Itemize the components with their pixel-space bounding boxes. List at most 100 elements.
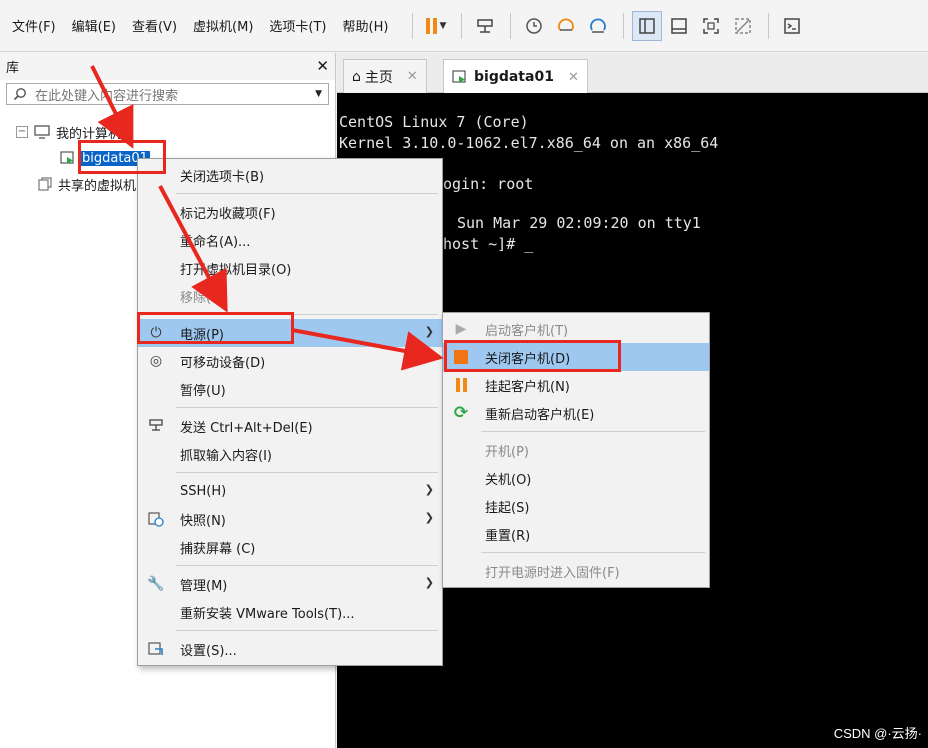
menu-separator <box>481 552 705 553</box>
menu-separator <box>176 630 438 631</box>
menu-separator <box>176 193 438 194</box>
toolbar-separator <box>768 12 770 39</box>
chevron-down-icon: ▼ <box>439 20 447 31</box>
menu-snapshot[interactable]: 快照(N) ❯ <box>138 505 442 533</box>
close-tab-icon[interactable]: ✕ <box>568 70 579 85</box>
menu-label: 抓取输入内容(I) <box>180 448 272 464</box>
snapshot-manager-button[interactable] <box>583 11 613 41</box>
submenu-arrow-icon: ❯ <box>424 483 434 496</box>
menu-label: 开机(P) <box>485 444 529 460</box>
menu-separator <box>481 431 705 432</box>
menu-label: 快照(N) <box>180 513 226 529</box>
console-icon <box>784 17 801 34</box>
menu-removable-devices[interactable]: ◎ 可移动设备(D) <box>138 347 442 375</box>
tab-bar: ⌂ 主页 ✕ bigdata01 ✕ <box>337 53 928 94</box>
menu-separator <box>176 314 438 315</box>
close-tab-icon[interactable]: ✕ <box>407 69 418 84</box>
menu-edit[interactable]: 编辑(E) <box>72 16 116 35</box>
menu-close-tab[interactable]: 关闭选项卡(B) <box>138 161 442 189</box>
tab-home[interactable]: ⌂ 主页 ✕ <box>343 59 427 93</box>
menu-help[interactable]: 帮助(H) <box>343 16 389 35</box>
menubar: 文件(F) 编辑(E) 查看(V) 虚拟机(M) 选项卡(T) 帮助(H) ▼ <box>0 0 928 52</box>
menu-shutdown-guest[interactable]: 关闭客户机(D) <box>443 343 709 371</box>
menu-power[interactable]: ⏻ 电源(P) ❯ <box>138 319 442 347</box>
unity-mode-button[interactable] <box>728 11 758 41</box>
menu-restart-guest[interactable]: ⟳ 重新启动客户机(E) <box>443 399 709 427</box>
tab-label: 主页 <box>364 69 393 86</box>
menu-mark-favorite[interactable]: 标记为收藏项(F) <box>138 198 442 226</box>
library-search-input[interactable]: 在此处键入内容进行搜索 ▼ <box>6 83 329 105</box>
menu-view[interactable]: 查看(V) <box>132 16 177 35</box>
vm-context-menu: 关闭选项卡(B) 标记为收藏项(F) 重命名(A)... 打开虚拟机目录(O) … <box>137 158 443 666</box>
play-icon: ▶ <box>455 321 467 337</box>
tree-label: 共享的虚拟机 <box>58 178 137 194</box>
revert-snapshot-button[interactable] <box>551 11 581 41</box>
pause-button[interactable]: ▼ <box>421 11 451 41</box>
show-library-button[interactable] <box>632 10 663 41</box>
submenu-arrow-icon: ❯ <box>424 576 434 589</box>
home-icon: ⌂ <box>352 68 361 85</box>
menu-rename[interactable]: 重命名(A)... <box>138 226 442 254</box>
menu-label: 打开虚拟机目录(O) <box>180 262 292 278</box>
menu-label: 关闭客户机(D) <box>485 351 571 367</box>
tab-bigdata01[interactable]: bigdata01 ✕ <box>443 59 588 94</box>
menu-reinstall-vmware-tools[interactable]: 重新安装 VMware Tools(T)... <box>138 598 442 626</box>
pause-icon <box>426 17 438 34</box>
menu-label: 打开电源时进入固件(F) <box>485 565 620 581</box>
vm-running-icon <box>60 151 74 164</box>
console-line: ogin: root <box>443 175 534 193</box>
collapse-icon[interactable]: − <box>16 126 28 138</box>
menu-ssh[interactable]: SSH(H) ❯ <box>138 477 442 505</box>
menu-send-ctrl-alt-del[interactable]: 发送 Ctrl+Alt+Del(E) <box>138 412 442 440</box>
submenu-arrow-icon: ❯ <box>424 325 434 338</box>
menu-remove: 移除(R) <box>138 282 442 310</box>
pause-icon <box>453 377 469 393</box>
vm-running-icon <box>452 70 466 83</box>
close-icon[interactable]: ✕ <box>316 57 329 76</box>
console-line: Kernel 3.10.0-1062.el7.x86_64 on an x86_… <box>339 134 719 152</box>
menu-label: 暂停(U) <box>180 383 226 399</box>
take-snapshot-button[interactable] <box>519 11 549 41</box>
console-view-button[interactable] <box>777 11 807 41</box>
toolbar-separator <box>623 12 625 39</box>
keyboard-icon <box>477 18 494 33</box>
menu-label: 设置(S)... <box>180 643 237 659</box>
console-line: host ~]# _ <box>443 235 534 253</box>
wrench-icon: 🔧 <box>147 576 165 592</box>
menu-grab-input[interactable]: 抓取输入内容(I) <box>138 440 442 468</box>
menu-separator <box>176 407 438 408</box>
computer-icon <box>34 125 50 139</box>
menu-label: SSH(H) <box>180 483 227 499</box>
menu-reset[interactable]: 重置(R) <box>443 520 709 548</box>
menu-label: 关机(O) <box>485 472 532 488</box>
menu-separator <box>176 565 438 566</box>
menu-label: 发送 Ctrl+Alt+Del(E) <box>180 420 313 436</box>
menu-label: 重置(R) <box>485 528 531 544</box>
tree-label: 我的计算机 <box>56 126 122 142</box>
disc-icon: ◎ <box>149 353 163 369</box>
menu-power-off[interactable]: 关机(O) <box>443 464 709 492</box>
menu-label: 重新启动客户机(E) <box>485 407 595 423</box>
tree-item-my-computer[interactable]: − 我的计算机 <box>0 119 335 145</box>
library-title: 库 <box>6 61 20 76</box>
chevron-down-icon[interactable]: ▼ <box>315 89 322 99</box>
menu-label: 挂起(S) <box>485 500 530 516</box>
menu-file[interactable]: 文件(F) <box>12 16 56 35</box>
menu-vm[interactable]: 虚拟机(M) <box>193 16 253 35</box>
restart-icon: ⟳ <box>453 403 469 423</box>
search-placeholder: 在此处键入内容进行搜索 <box>35 88 179 104</box>
thumbnail-bar-button[interactable] <box>664 11 694 41</box>
send-ctrl-alt-del-button[interactable] <box>470 11 500 41</box>
menu-manage[interactable]: 🔧 管理(M) ❯ <box>138 570 442 598</box>
menu-pause[interactable]: 暂停(U) <box>138 375 442 403</box>
menu-settings[interactable]: 设置(S)... <box>138 635 442 663</box>
menu-suspend-guest[interactable]: 挂起客户机(N) <box>443 371 709 399</box>
menu-open-vm-directory[interactable]: 打开虚拟机目录(O) <box>138 254 442 282</box>
menu-label: 重新安装 VMware Tools(T)... <box>180 606 355 622</box>
menu-label: 管理(M) <box>180 578 228 594</box>
menu-tabs[interactable]: 选项卡(T) <box>269 16 326 35</box>
search-icon <box>13 88 26 101</box>
menu-capture-screen[interactable]: 捕获屏幕 (C) <box>138 533 442 561</box>
menu-suspend[interactable]: 挂起(S) <box>443 492 709 520</box>
full-screen-button[interactable] <box>696 11 726 41</box>
